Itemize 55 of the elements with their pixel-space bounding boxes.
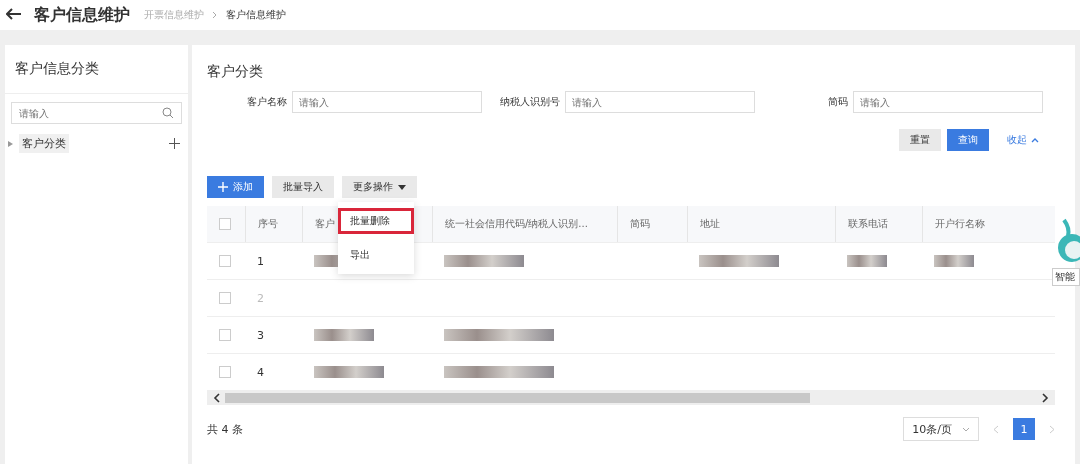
breadcrumb-separator-icon (212, 11, 218, 19)
next-page-icon[interactable] (1049, 424, 1055, 434)
table-cell: 4 (257, 365, 264, 379)
menu-item[interactable]: 导出 (338, 240, 414, 270)
redacted-block (314, 366, 384, 378)
expand-caret-icon[interactable] (8, 140, 13, 147)
checkbox[interactable] (219, 366, 231, 378)
import-button[interactable]: 批量导入 (272, 176, 334, 198)
input-field[interactable]: 请输入 (565, 91, 755, 113)
scroll-right-icon[interactable] (1041, 393, 1049, 403)
total-count: 共 4 条 (207, 421, 243, 437)
collapse-link[interactable]: 收起 (1001, 132, 1045, 148)
horizontal-scrollbar[interactable] (207, 391, 1055, 405)
input-field[interactable]: 请输入 (853, 91, 1043, 113)
menu-item[interactable]: 批量删除 (338, 208, 414, 234)
chevron-down-icon (962, 426, 970, 432)
column-header: 客户 (315, 217, 335, 231)
plus-icon (218, 182, 228, 192)
caret-icon (398, 184, 406, 190)
filter-label: 客户名称 (247, 95, 287, 109)
table-cell: 2 (257, 291, 264, 305)
redacted-block (934, 255, 974, 267)
redacted-block (847, 255, 887, 267)
checkbox[interactable] (219, 218, 231, 230)
filter-label: 简码 (828, 95, 848, 109)
search-icon (162, 107, 174, 119)
chevron-up-icon (1031, 137, 1039, 143)
checkbox[interactable] (219, 329, 231, 341)
more-actions-button[interactable]: 更多操作 (342, 176, 417, 198)
page-size-select[interactable]: 10条/页 (903, 417, 979, 441)
column-header: 统一社会信用代码/纳税人识别... (445, 217, 588, 231)
sidebar-title: 客户信息分类 (5, 45, 188, 94)
search-field[interactable]: 请输入 (11, 102, 182, 124)
previous-page-icon[interactable] (993, 424, 999, 434)
checkbox[interactable] (219, 255, 231, 267)
add-button[interactable]: 添加 (207, 176, 264, 198)
column-header: 地址 (700, 217, 720, 231)
table-cell: 3 (257, 328, 264, 342)
filter-label: 纳税人识别号 (500, 95, 560, 109)
add-icon[interactable] (169, 138, 180, 149)
tree-item[interactable]: 客户分类 (19, 134, 69, 153)
reset-button[interactable]: 重置 (899, 129, 941, 151)
page-number[interactable]: 1 (1013, 418, 1035, 440)
column-header: 开户行名称 (935, 217, 985, 231)
section-title: 客户分类 (207, 62, 264, 81)
column-header: 简码 (630, 217, 650, 231)
page-title: 客户信息维护 (34, 4, 130, 26)
column-header: 联系电话 (848, 217, 888, 231)
redacted-block (314, 329, 374, 341)
table-cell: 1 (257, 254, 264, 268)
scroll-left-icon[interactable] (213, 393, 221, 403)
query-button[interactable]: 查询 (947, 129, 989, 151)
column-header: 序号 (258, 217, 278, 231)
assistant-label[interactable]: 智能 (1052, 268, 1080, 286)
input-field[interactable]: 请输入 (292, 91, 482, 113)
